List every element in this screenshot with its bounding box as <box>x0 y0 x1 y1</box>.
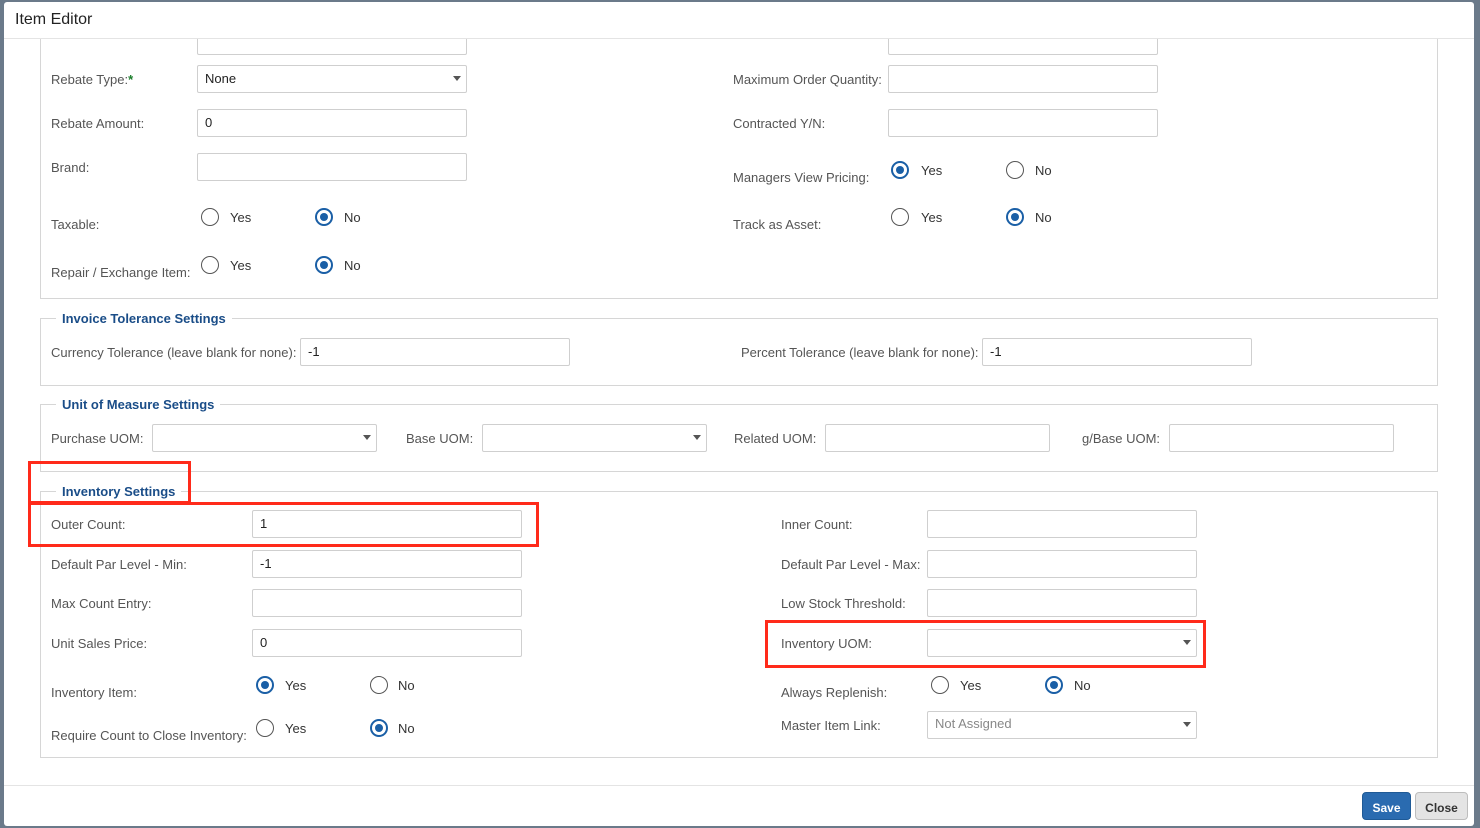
always-replenish-no-label: No <box>1074 678 1091 693</box>
chevron-down-icon <box>1183 722 1191 727</box>
inventory-item-label: Inventory Item: <box>51 685 137 700</box>
track-as-asset-yes-radio[interactable] <box>891 208 909 226</box>
managers-view-pricing-no-label: No <box>1035 163 1052 178</box>
inventory-item-yes-label: Yes <box>285 678 307 693</box>
require-count-yes-radio[interactable] <box>256 719 274 737</box>
max-count-entry-input[interactable] <box>252 589 522 617</box>
par-min-input[interactable]: -1 <box>252 550 522 578</box>
related-uom-label: Related UOM: <box>734 431 817 446</box>
max-order-qty-input[interactable] <box>888 65 1158 93</box>
g-base-uom-input[interactable] <box>1169 424 1394 452</box>
footer-divider <box>4 785 1474 786</box>
taxable-no-radio[interactable] <box>315 208 333 226</box>
repair-exchange-no-radio[interactable] <box>315 256 333 274</box>
inventory-item-no-label: No <box>398 678 415 693</box>
save-button[interactable]: Save <box>1362 792 1411 820</box>
managers-view-pricing-label: Managers View Pricing: <box>733 170 870 185</box>
always-replenish-yes-radio[interactable] <box>931 676 949 694</box>
percent-tolerance-input[interactable]: -1 <box>982 338 1252 366</box>
track-as-asset-yes-label: Yes <box>921 210 943 225</box>
unit-sales-price-input[interactable]: 0 <box>252 629 522 657</box>
item-editor-modal: Item Editor Rebate Type:* None Rebate Am… <box>4 2 1474 826</box>
low-stock-input[interactable] <box>927 589 1197 617</box>
invoice-tolerance-legend: Invoice Tolerance Settings <box>56 311 232 326</box>
highlight-inventory-settings <box>28 461 191 504</box>
currency-tolerance-label: Currency Tolerance (leave blank for none… <box>51 345 297 360</box>
chevron-down-icon <box>693 435 701 440</box>
managers-view-pricing-no-radio[interactable] <box>1006 161 1024 179</box>
master-item-link-label: Master Item Link: <box>781 718 881 733</box>
highlight-outer-count <box>28 502 539 547</box>
inventory-item-yes-radio[interactable] <box>256 676 274 694</box>
taxable-yes-label: Yes <box>230 210 252 225</box>
repair-exchange-yes-label: Yes <box>230 258 252 273</box>
repair-exchange-no-label: No <box>344 258 361 273</box>
contracted-input[interactable] <box>888 109 1158 137</box>
rebate-amount-label: Rebate Amount: <box>51 116 145 131</box>
highlight-inventory-uom <box>765 620 1206 668</box>
always-replenish-label: Always Replenish: <box>781 685 888 700</box>
rebate-amount-input[interactable]: 0 <box>197 109 467 137</box>
repair-exchange-label: Repair / Exchange Item: <box>51 265 191 280</box>
max-count-entry-label: Max Count Entry: <box>51 596 152 611</box>
brand-input[interactable] <box>197 153 467 181</box>
g-base-uom-label: g/Base UOM: <box>1082 431 1161 446</box>
brand-label: Brand: <box>51 160 90 175</box>
chevron-down-icon <box>453 76 461 81</box>
rebate-type-value: None <box>205 71 237 86</box>
modal-title: Item Editor <box>15 11 93 28</box>
track-as-asset-label: Track as Asset: <box>733 217 822 232</box>
base-uom-label: Base UOM: <box>406 431 474 446</box>
modal-body[interactable]: Rebate Type:* None Rebate Amount: 0 Bran… <box>4 39 1474 784</box>
taxable-label: Taxable: <box>51 217 100 232</box>
require-count-yes-label: Yes <box>285 721 307 736</box>
rebate-type-select[interactable]: None <box>197 65 467 93</box>
inner-count-label: Inner Count: <box>781 517 853 532</box>
track-as-asset-no-radio[interactable] <box>1006 208 1024 226</box>
unit-sales-price-label: Unit Sales Price: <box>51 636 148 651</box>
currency-tolerance-input[interactable]: -1 <box>300 338 570 366</box>
taxable-no-label: No <box>344 210 361 225</box>
taxable-yes-radio[interactable] <box>201 208 219 226</box>
percent-tolerance-label: Percent Tolerance (leave blank for none)… <box>741 345 979 360</box>
inventory-item-no-radio[interactable] <box>370 676 388 694</box>
contracted-label: Contracted Y/N: <box>733 116 826 131</box>
always-replenish-yes-label: Yes <box>960 678 982 693</box>
base-uom-select[interactable] <box>482 424 707 452</box>
rebate-type-label: Rebate Type:* <box>51 72 134 87</box>
max-order-qty-label: Maximum Order Quantity: <box>733 72 882 87</box>
purchase-uom-label: Purchase UOM: <box>51 431 144 446</box>
related-uom-input[interactable] <box>825 424 1050 452</box>
par-max-input[interactable] <box>927 550 1197 578</box>
par-min-label: Default Par Level - Min: <box>51 557 187 572</box>
require-count-no-radio[interactable] <box>370 719 388 737</box>
inner-count-input[interactable] <box>927 510 1197 538</box>
close-button[interactable]: Close <box>1415 792 1468 820</box>
purchase-uom-select[interactable] <box>152 424 377 452</box>
track-as-asset-no-label: No <box>1035 210 1052 225</box>
managers-view-pricing-yes-label: Yes <box>921 163 943 178</box>
managers-view-pricing-yes-radio[interactable] <box>891 161 909 179</box>
require-count-label: Require Count to Close Inventory: <box>51 728 247 743</box>
chevron-down-icon <box>363 435 371 440</box>
par-max-label: Default Par Level - Max: <box>781 557 921 572</box>
uom-legend: Unit of Measure Settings <box>56 397 221 412</box>
require-count-no-label: No <box>398 721 415 736</box>
low-stock-label: Low Stock Threshold: <box>781 596 906 611</box>
master-item-link-select[interactable]: Not Assigned <box>927 711 1197 739</box>
always-replenish-no-radio[interactable] <box>1045 676 1063 694</box>
repair-exchange-yes-radio[interactable] <box>201 256 219 274</box>
